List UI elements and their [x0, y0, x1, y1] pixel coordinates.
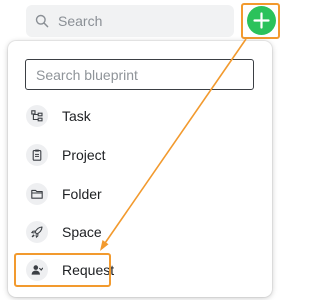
- menu-item-label: Folder: [62, 186, 102, 202]
- blueprint-search-input[interactable]: [25, 59, 254, 90]
- menu-item-label: Project: [62, 147, 106, 163]
- plus-icon: [253, 12, 270, 29]
- search-icon: [35, 14, 49, 28]
- clipboard-icon: [26, 144, 48, 166]
- menu-item-label: Task: [62, 108, 91, 124]
- screen: Search Task: [0, 0, 283, 300]
- menu-item-folder[interactable]: Folder: [18, 177, 262, 211]
- menu-item-label: Space: [62, 224, 102, 240]
- menu-item-task[interactable]: Task: [18, 99, 262, 133]
- task-tree-icon: [26, 105, 48, 127]
- menu-item-project[interactable]: Project: [18, 138, 262, 172]
- add-button[interactable]: [247, 6, 276, 35]
- menu-item-space[interactable]: Space: [18, 215, 262, 249]
- top-search-label: Search: [58, 13, 103, 29]
- rocket-icon: [26, 221, 48, 243]
- folder-icon: [26, 183, 48, 205]
- request-item-highlight: [14, 253, 111, 287]
- top-search-bar[interactable]: Search: [26, 5, 234, 37]
